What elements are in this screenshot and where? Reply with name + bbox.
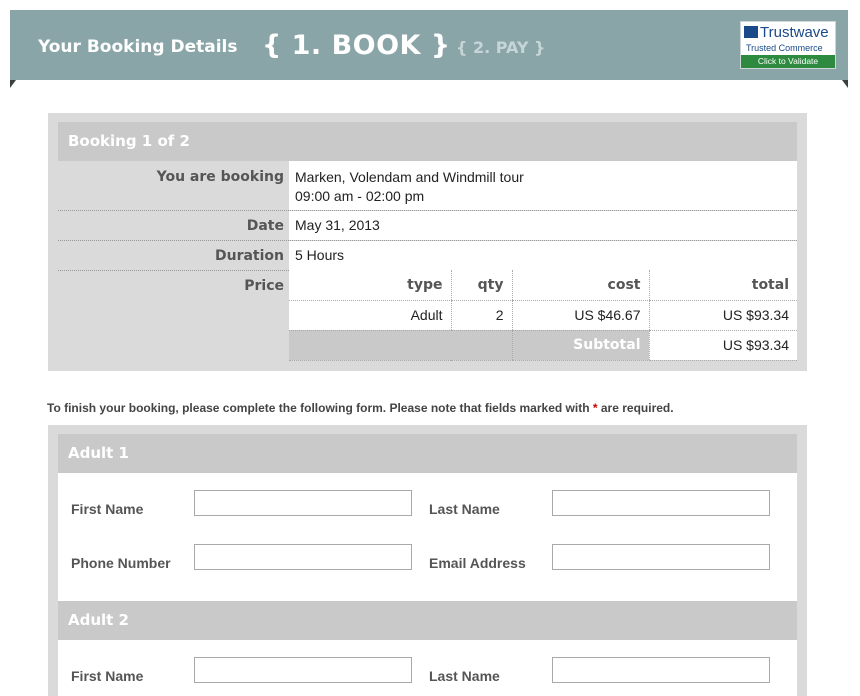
- trustwave-mark-icon: [744, 26, 758, 38]
- col-total-header: total: [648, 270, 797, 301]
- date-value: May 31, 2013: [289, 211, 797, 240]
- instructions-text: To finish your booking, please complete …: [47, 401, 593, 415]
- trustwave-logo: Trustwave: [744, 24, 829, 41]
- trustwave-seal[interactable]: Trustwave Trusted Commerce Click to Vali…: [740, 21, 836, 69]
- price-row: Adult 2 US $46.67 US $93.34: [289, 300, 797, 331]
- form-instructions: To finish your booking, please complete …: [47, 401, 674, 415]
- trustwave-logo-text: Trustwave: [760, 24, 829, 41]
- tour-details: Marken, Volendam and Windmill tour 09:00…: [289, 161, 797, 210]
- first-name-label: First Name: [71, 668, 144, 684]
- adult-1-email-input[interactable]: [552, 544, 770, 570]
- adult-1-phone-input[interactable]: [194, 544, 412, 570]
- ribbon-fold-left: [10, 80, 16, 88]
- price-table-header: type qty cost total: [289, 270, 797, 301]
- adult-1-last-name-input[interactable]: [552, 490, 770, 516]
- instructions-required-text: are required.: [600, 401, 674, 415]
- header-title: Your Booking Details: [38, 37, 238, 57]
- price-qty: 2: [450, 300, 512, 331]
- traveller-form-panel: Adult 1 First Name Last Name Phone Numbe…: [48, 425, 807, 696]
- subtotal-spacer: [289, 330, 512, 361]
- price-table: type qty cost total Adult 2 US $46.67 US…: [289, 270, 797, 361]
- duration-label: Duration: [214, 248, 284, 264]
- price-total: US $93.34: [648, 300, 797, 331]
- col-type-header: type: [289, 270, 451, 301]
- booking-heading: Booking 1 of 2: [58, 122, 797, 161]
- step-pay: { 2. PAY }: [456, 38, 546, 57]
- duration-value: 5 Hours: [289, 241, 797, 270]
- last-name-label: Last Name: [429, 501, 500, 517]
- validate-button[interactable]: Click to Validate: [741, 55, 835, 68]
- tour-name: Marken, Volendam and Windmill tour: [295, 169, 524, 185]
- subtotal-value: US $93.34: [648, 330, 797, 361]
- required-star: *: [592, 401, 598, 415]
- adult-2-first-name-input[interactable]: [194, 657, 412, 683]
- booking-summary-panel: Booking 1 of 2 You are booking Marken, V…: [48, 113, 807, 371]
- phone-number-label: Phone Number: [71, 555, 171, 571]
- price-cost: US $46.67: [511, 300, 649, 331]
- subtotal-label: Subtotal: [511, 330, 649, 361]
- adult-1-heading: Adult 1: [58, 434, 797, 473]
- adult-2-heading: Adult 2: [58, 601, 797, 640]
- tour-time: 09:00 am - 02:00 pm: [295, 188, 425, 204]
- price-label: Price: [244, 278, 284, 294]
- adult-2-last-name-input[interactable]: [552, 657, 770, 683]
- first-name-label: First Name: [71, 501, 144, 517]
- ribbon-fold-right: [842, 80, 848, 88]
- price-type: Adult: [289, 300, 451, 331]
- last-name-label: Last Name: [429, 668, 500, 684]
- you-are-booking-label: You are booking: [156, 169, 284, 185]
- traveller-form: Adult 1 First Name Last Name Phone Numbe…: [58, 434, 797, 696]
- subtotal-row: Subtotal US $93.34: [289, 330, 797, 361]
- booking-header: Your Booking Details { 1. BOOK } { 2. PA…: [10, 10, 848, 88]
- col-cost-header: cost: [511, 270, 649, 301]
- step-book-active: { 1. BOOK }: [262, 30, 451, 61]
- email-address-label: Email Address: [429, 555, 526, 571]
- date-label: Date: [246, 218, 284, 234]
- trustwave-subtitle: Trusted Commerce: [746, 43, 823, 53]
- adult-1-first-name-input[interactable]: [194, 490, 412, 516]
- col-qty-header: qty: [450, 270, 512, 301]
